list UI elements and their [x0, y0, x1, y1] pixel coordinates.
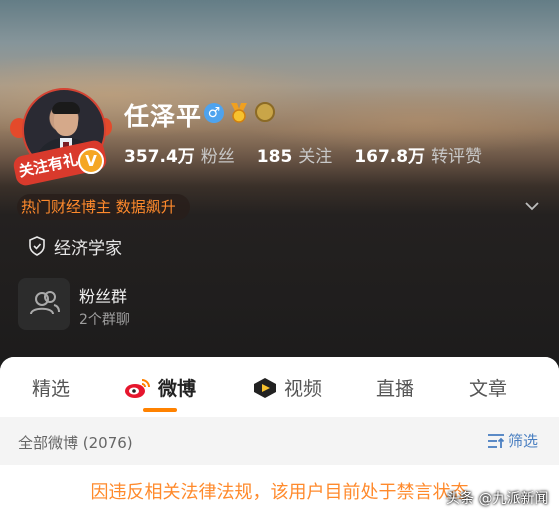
- fans-label: 粉丝: [200, 147, 235, 167]
- following-count[interactable]: 185: [257, 147, 293, 167]
- tab-weibo[interactable]: 微博: [158, 374, 196, 401]
- fans-count[interactable]: 357.4万: [124, 147, 195, 167]
- post-count: 全部微博 (2076): [18, 434, 133, 452]
- filter-label: 筛选: [508, 432, 539, 450]
- verified-badge: V: [78, 148, 104, 174]
- fan-group-subtitle: 2个群聊: [79, 312, 130, 328]
- certification-label: 经济学家: [54, 238, 122, 259]
- level-badge-icon[interactable]: [255, 102, 275, 122]
- tab-featured[interactable]: 精选: [32, 374, 70, 401]
- chevron-down-icon[interactable]: [524, 198, 540, 214]
- following-label: 关注: [298, 147, 333, 167]
- weibo-logo-icon: [125, 379, 150, 398]
- tab-video[interactable]: 视频: [284, 374, 322, 401]
- profile-name: 任泽平: [124, 102, 203, 131]
- group-icon: [30, 291, 60, 315]
- tab-articles[interactable]: 文章: [469, 374, 507, 401]
- hot-tag[interactable]: 热门财经博主 数据飙升: [17, 194, 190, 220]
- certification-row[interactable]: 经济学家: [28, 235, 122, 259]
- medal-icon[interactable]: [229, 101, 249, 123]
- source-watermark: 头条 @九派新闻: [446, 491, 549, 507]
- filter-button[interactable]: 筛选: [487, 430, 538, 451]
- profile-stats: 357.4万 粉丝 185 关注 167.8万 转评赞: [124, 142, 504, 167]
- engagement-count: 167.8万: [354, 147, 426, 167]
- fan-group-icon-box[interactable]: [18, 278, 70, 330]
- male-icon: ♂: [204, 103, 224, 123]
- shield-icon: [29, 236, 45, 256]
- fan-group-title[interactable]: 粉丝群: [79, 283, 127, 307]
- feed-header: 全部微博 (2076) 筛选: [0, 417, 559, 465]
- engagement-label: 转评赞: [431, 147, 483, 167]
- tab-live[interactable]: 直播: [376, 374, 414, 401]
- video-icon: [254, 378, 276, 398]
- profile-tabs: 精选 微博 视频 直播 文章: [0, 357, 559, 417]
- active-tab-indicator: [143, 408, 177, 412]
- filter-icon: [488, 433, 505, 448]
